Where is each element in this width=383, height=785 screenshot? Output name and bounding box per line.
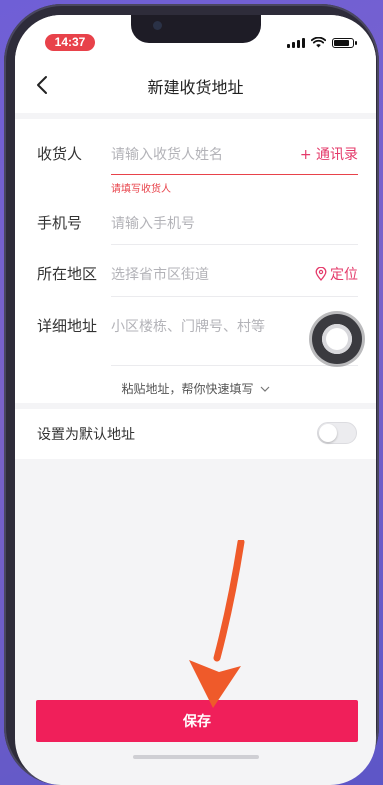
paste-hint: 粘贴地址，帮你快速填写 (121, 382, 254, 396)
detail-input[interactable]: 小区楼栋、门牌号、村等 (111, 316, 265, 336)
recipient-input[interactable]: 请输入收货人姓名 (111, 144, 223, 164)
contacts-button[interactable]: + 通讯录 (300, 144, 358, 164)
signal-icon (287, 37, 305, 48)
recipient-underline (111, 174, 358, 175)
camera-icon (153, 21, 162, 30)
region-label: 所在地区 (37, 265, 98, 283)
locate-button[interactable]: 定位 (315, 264, 358, 284)
recipient-error: 请填写收货人 (111, 184, 171, 195)
page-title: 新建收货地址 (147, 78, 244, 97)
detail-underline (111, 365, 358, 366)
locate-label: 定位 (330, 267, 358, 283)
detail-label: 详细地址 (37, 317, 98, 335)
annotation-arrow-icon (189, 540, 245, 708)
region-underline (111, 296, 358, 297)
address-form: 收货人 请输入收货人姓名 + 通讯录 请填写收货人 手机号 请输入手机号 所在地… (15, 119, 376, 403)
default-address-toggle[interactable] (317, 422, 357, 444)
paste-address-button[interactable]: 粘贴地址，帮你快速填写 (15, 380, 376, 397)
status-icons (287, 37, 357, 48)
battery-icon (332, 38, 357, 48)
status-time: 14:37 (45, 34, 95, 51)
region-select[interactable]: 选择省市区街道 (111, 264, 209, 284)
phone-frame: 14:37 新建收货地址 收货人 请输入收货人姓名 + 通讯录 请填写收货人 手… (4, 4, 379, 785)
assistive-touch-icon (322, 324, 352, 354)
default-address-row: 设置为默认地址 (15, 409, 376, 459)
notch (131, 15, 261, 43)
phone-input[interactable]: 请输入手机号 (111, 213, 195, 233)
status-bar: 14:37 (15, 15, 376, 57)
assistive-touch-button[interactable] (312, 314, 362, 364)
location-pin-icon (315, 267, 327, 281)
home-indicator (133, 755, 259, 759)
recipient-label: 收货人 (37, 145, 83, 163)
nav-bar: 新建收货地址 (15, 57, 376, 113)
phone-underline (111, 244, 358, 245)
screen: 14:37 新建收货地址 收货人 请输入收货人姓名 + 通讯录 请填写收货人 手… (15, 15, 376, 785)
phone-label: 手机号 (37, 214, 83, 232)
default-address-label: 设置为默认地址 (37, 427, 135, 443)
wifi-icon (311, 37, 326, 48)
chevron-down-icon (260, 386, 269, 392)
